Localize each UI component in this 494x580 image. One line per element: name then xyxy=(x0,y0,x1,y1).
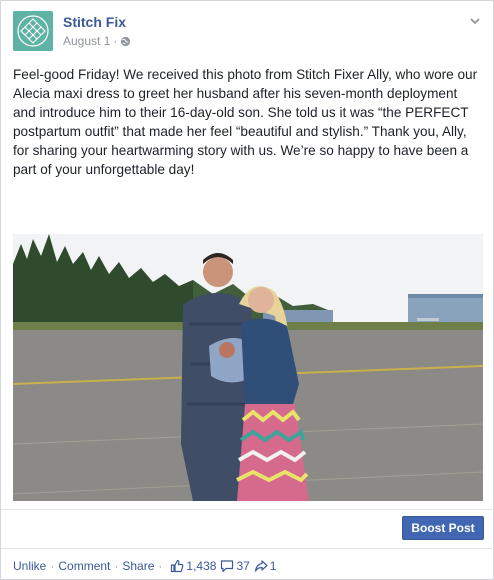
page-avatar[interactable] xyxy=(13,11,53,51)
post-actions: Unlike · Comment · Share · 1,438 37 1 xyxy=(13,559,276,573)
comment-link[interactable]: Comment xyxy=(58,559,110,573)
post-date[interactable]: August 1 xyxy=(63,34,110,48)
share-icon xyxy=(254,560,268,572)
globe-icon[interactable] xyxy=(120,36,131,47)
post-header: Stitch Fix August 1 · xyxy=(13,11,483,53)
homecoming-photo-illustration xyxy=(13,234,483,501)
post-card: Stitch Fix August 1 · Feel-good Friday! … xyxy=(0,0,494,580)
divider xyxy=(1,509,494,510)
post-meta: August 1 · xyxy=(63,34,131,48)
comment-icon xyxy=(221,560,234,573)
shares-count: 1 xyxy=(269,559,277,573)
likes-count: 1,438 xyxy=(186,559,217,573)
page-name-link[interactable]: Stitch Fix xyxy=(63,14,126,30)
likes-stat[interactable]: 1,438 xyxy=(170,559,216,573)
thumbs-up-icon xyxy=(171,559,184,573)
comments-stat[interactable]: 37 xyxy=(220,559,250,573)
post-photo[interactable] xyxy=(13,234,483,501)
chevron-down-icon[interactable] xyxy=(469,15,481,27)
shares-stat[interactable]: 1 xyxy=(254,559,277,573)
boost-post-button[interactable]: Boost Post xyxy=(402,516,484,540)
unlike-link[interactable]: Unlike xyxy=(13,559,46,573)
stitch-fix-logo xyxy=(13,11,53,51)
action-separator: · xyxy=(114,559,119,573)
divider xyxy=(1,548,494,549)
post-body-text: Feel-good Friday! We received this photo… xyxy=(13,67,478,177)
share-link[interactable]: Share xyxy=(122,559,154,573)
action-separator: · xyxy=(50,559,55,573)
action-separator: · xyxy=(158,559,163,573)
meta-separator: · xyxy=(113,34,118,48)
comments-count: 37 xyxy=(236,559,250,573)
